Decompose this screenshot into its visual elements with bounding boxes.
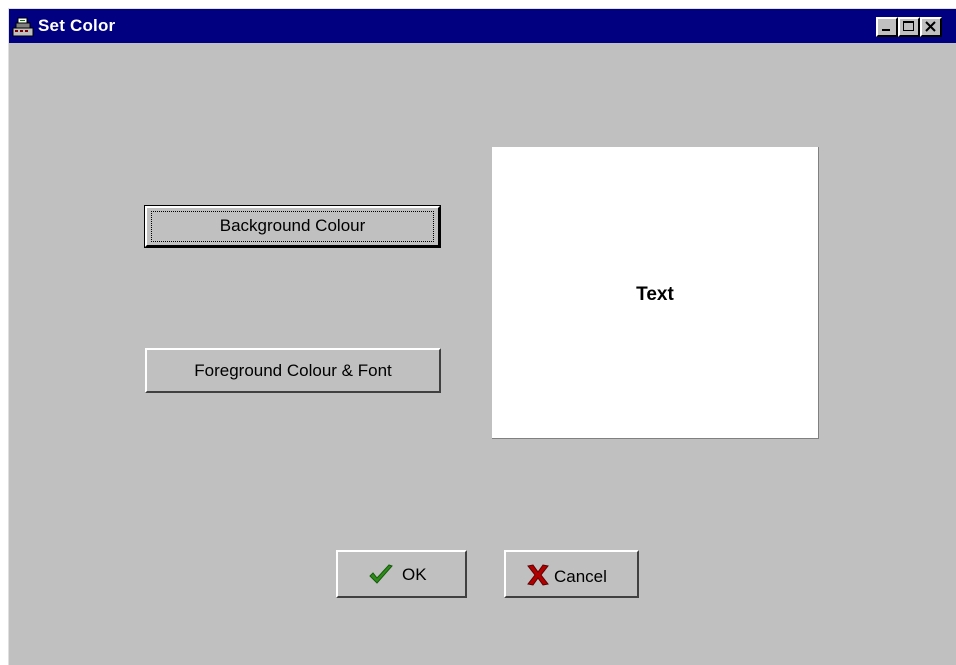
window-title: Set Color [38, 16, 116, 35]
red-x-icon [525, 563, 551, 587]
set-color-dialog: Set Color Background Colour Foreground C… [8, 8, 956, 665]
maximize-button[interactable] [898, 17, 920, 37]
ok-label: OK [402, 565, 427, 584]
minimize-icon [882, 29, 890, 31]
maximize-icon [903, 21, 914, 31]
cancel-button[interactable]: Cancel [504, 550, 639, 598]
color-preview-panel: Text [492, 147, 819, 439]
background-colour-button[interactable]: Background Colour [144, 205, 441, 248]
preview-text: Text [636, 284, 674, 305]
foreground-colour-font-button[interactable]: Foreground Colour & Font [145, 348, 441, 393]
foreground-colour-font-label: Foreground Colour & Font [194, 361, 392, 380]
cancel-label: Cancel [554, 567, 607, 586]
minimize-button[interactable] [876, 17, 898, 37]
cash-register-icon[interactable] [12, 17, 34, 37]
close-button[interactable] [920, 17, 942, 37]
close-icon [925, 21, 936, 32]
checkmark-icon [368, 563, 394, 587]
background-colour-label: Background Colour [219, 216, 366, 235]
ok-button[interactable]: OK [336, 550, 467, 598]
title-bar[interactable]: Set Color [9, 9, 956, 43]
